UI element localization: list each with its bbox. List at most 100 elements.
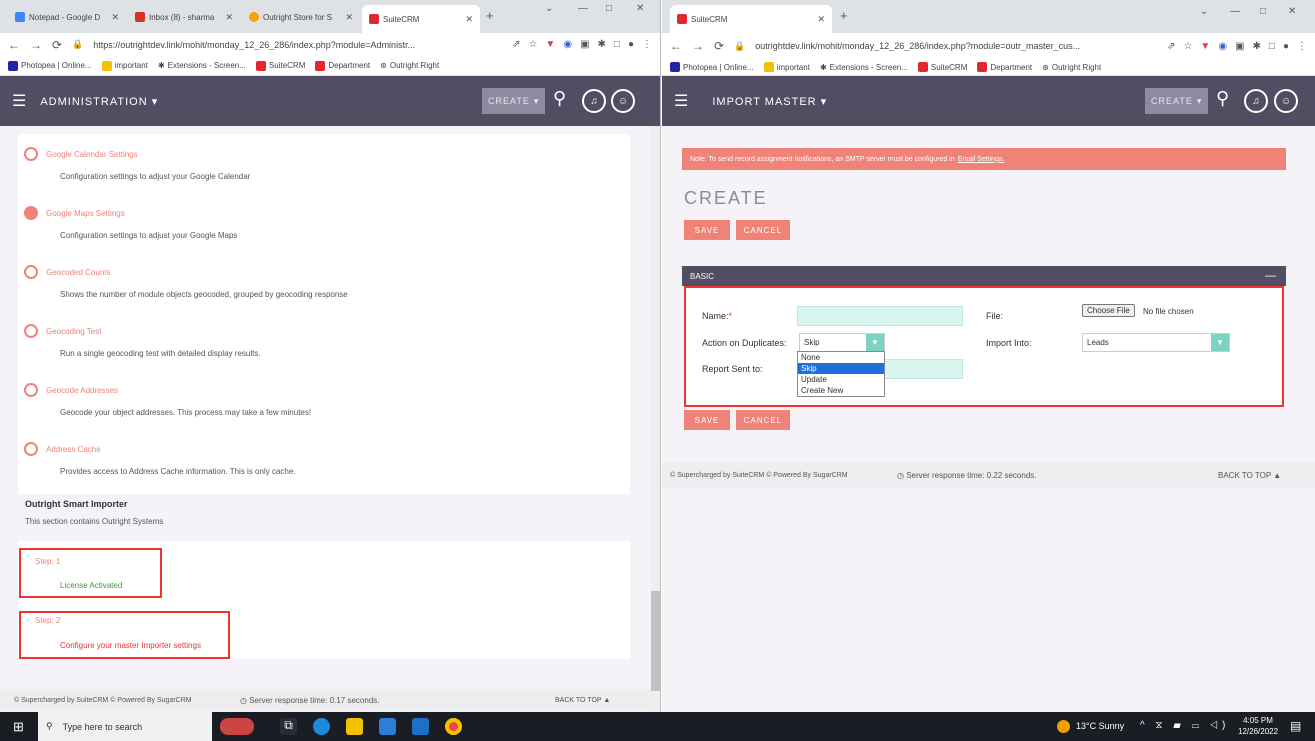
admin-link-google-calendar[interactable]: Google Calendar Settings [24, 147, 138, 161]
create-button[interactable]: CREATE ▾ [1145, 88, 1209, 114]
reload-icon[interactable]: ⟳ [714, 39, 724, 53]
profile-icon[interactable]: ● [1283, 41, 1289, 52]
option-create-new[interactable]: Create New [798, 385, 884, 396]
extension-icon[interactable]: ◉ [1218, 41, 1227, 52]
browser-tab-suitecrm[interactable]: SuiteCRM ✕ [362, 5, 480, 33]
sidebar-icon[interactable]: □ [1269, 41, 1275, 52]
user-profile-icon[interactable]: ☺ [611, 89, 635, 113]
choose-file-button[interactable]: Choose File [1082, 304, 1135, 317]
new-tab-icon[interactable]: + [486, 8, 494, 23]
save-button-bottom[interactable]: SAVE [684, 410, 730, 430]
close-tab-icon[interactable]: ✕ [111, 12, 119, 23]
bookmark[interactable]: Photopea | Online... [670, 62, 754, 72]
bookmark[interactable]: Department [315, 60, 370, 71]
extensions-puzzle-icon[interactable]: ✱ [598, 39, 606, 50]
browser-tab-inbox[interactable]: Inbox (8) - sharma ✕ [128, 5, 240, 29]
minimize-icon[interactable]: — [578, 3, 588, 14]
save-button[interactable]: SAVE [684, 220, 730, 240]
extension-icon[interactable]: ◉ [563, 39, 572, 50]
menu-dots-icon[interactable]: ⋮ [642, 39, 652, 50]
option-skip[interactable]: Skip [798, 363, 884, 374]
extension-icon[interactable]: ▣ [1235, 41, 1244, 52]
close-window-icon[interactable]: ✕ [636, 3, 644, 14]
extensions-puzzle-icon[interactable]: ✱ [1253, 41, 1261, 52]
bookmark[interactable]: important [101, 60, 148, 71]
collapse-icon[interactable]: — [1265, 270, 1276, 282]
admin-link-geocoding-test[interactable]: Geocoding Test [24, 324, 101, 338]
browser-tab-suitecrm[interactable]: SuiteCRM ✕ [670, 5, 832, 33]
import-into-select[interactable]: Leads ▼ [1082, 333, 1230, 352]
admin-link-google-maps[interactable]: Google Maps Settings [24, 206, 125, 220]
bookmark[interactable]: Department [977, 62, 1032, 72]
store-icon[interactable] [379, 718, 396, 735]
back-to-top-link[interactable]: BACK TO TOP ▲ [555, 697, 610, 704]
bookmark[interactable]: SuiteCRM [255, 60, 305, 71]
reload-icon[interactable]: ⟳ [52, 38, 62, 52]
option-update[interactable]: Update [798, 374, 884, 385]
name-input[interactable] [797, 306, 963, 326]
extension-icon[interactable]: ▣ [580, 39, 589, 50]
url-field[interactable]: https://outrightdev.link/mohit/monday_12… [93, 40, 502, 50]
bookmark[interactable]: ✱ Extensions - Screen... [158, 61, 246, 70]
new-tab-icon[interactable]: + [840, 8, 848, 23]
bookmark[interactable]: ⊛ Outright Right [380, 61, 439, 70]
close-tab-icon[interactable]: ✕ [225, 12, 233, 23]
extension-icon[interactable]: ▼ [545, 39, 555, 50]
star-icon[interactable]: ☆ [1183, 41, 1192, 52]
browser-tab-outright-store[interactable]: Outright Store for S ✕ [242, 5, 360, 29]
chrome-icon[interactable] [445, 718, 462, 735]
bookmark[interactable]: important [763, 62, 810, 72]
module-title[interactable]: ADMINISTRATION ▾ [40, 95, 158, 108]
module-title[interactable]: IMPORT MASTER ▾ [712, 95, 827, 108]
admin-link-geocode-addresses[interactable]: Geocode Addresses [24, 383, 118, 397]
windows-start-icon[interactable]: ⊞ [13, 719, 24, 735]
admin-link-geocoded-counts[interactable]: Geocoded Counts [24, 265, 111, 279]
scrollbar-thumb[interactable] [651, 591, 660, 691]
configure-importer-link[interactable]: Configure your master Importer settings [60, 641, 201, 650]
cancel-button[interactable]: CANCEL [736, 220, 790, 240]
search-icon[interactable]: ⚲ [553, 88, 566, 109]
file-explorer-icon[interactable] [346, 718, 363, 735]
news-widget-icon[interactable] [220, 718, 254, 735]
cancel-button-bottom[interactable]: CANCEL [736, 410, 790, 430]
tab-search-icon[interactable]: ⌄ [545, 3, 553, 14]
notifications-bell-icon[interactable]: ♫ [1244, 89, 1268, 113]
search-icon[interactable]: ⚲ [1216, 88, 1229, 109]
admin-link-address-cache[interactable]: Address Cache [24, 442, 101, 456]
bookmark[interactable]: Photopea | Online... [8, 60, 92, 71]
share-icon[interactable]: ⇗ [512, 39, 520, 50]
taskbar-search[interactable]: ⚲ Type here to search [38, 712, 212, 741]
menu-dots-icon[interactable]: ⋮ [1297, 41, 1307, 52]
notifications-bell-icon[interactable]: ♫ [582, 89, 606, 113]
back-icon[interactable]: ← [670, 39, 682, 53]
user-profile-icon[interactable]: ☺ [1274, 89, 1298, 113]
bookmark[interactable]: SuiteCRM [917, 62, 967, 72]
back-to-top-link[interactable]: BACK TO TOP ▲ [1218, 471, 1281, 480]
task-view-icon[interactable]: ⧉ [280, 718, 297, 735]
mail-icon[interactable] [412, 718, 429, 735]
panel-header-basic[interactable]: BASIC — [682, 266, 1286, 286]
close-tab-icon[interactable]: ✕ [465, 14, 473, 25]
maximize-icon[interactable]: □ [606, 3, 612, 14]
star-icon[interactable]: ☆ [528, 39, 537, 50]
create-button[interactable]: CREATE ▾ [482, 88, 546, 114]
hamburger-menu-icon[interactable]: ☰ [674, 91, 688, 111]
notification-center-icon[interactable]: ▤ [1290, 719, 1301, 733]
forward-icon[interactable]: → [692, 39, 704, 53]
tab-search-icon[interactable]: ⌄ [1200, 6, 1208, 17]
url-field[interactable]: outrightdev.link/mohit/monday_12_26_286/… [755, 41, 1157, 51]
extension-icon[interactable]: ▼ [1200, 41, 1210, 52]
clock[interactable]: 4:05 PM 12/26/2022 [1238, 715, 1278, 737]
back-icon[interactable]: ← [8, 38, 20, 52]
profile-icon[interactable]: ● [628, 39, 634, 50]
bookmark[interactable]: ✱ Extensions - Screen... [820, 63, 908, 72]
edge-icon[interactable] [313, 718, 330, 735]
system-tray-icons[interactable]: ^ ⧖ ▰ ▭ ◁) [1140, 720, 1229, 731]
minimize-icon[interactable]: — [1230, 6, 1240, 17]
close-tab-icon[interactable]: ✕ [345, 12, 353, 23]
close-tab-icon[interactable]: ✕ [817, 14, 825, 25]
hamburger-menu-icon[interactable]: ☰ [12, 91, 26, 111]
weather-text[interactable]: 13°C Sunny [1076, 721, 1124, 731]
option-none[interactable]: None [798, 352, 884, 363]
share-icon[interactable]: ⇗ [1167, 41, 1175, 52]
